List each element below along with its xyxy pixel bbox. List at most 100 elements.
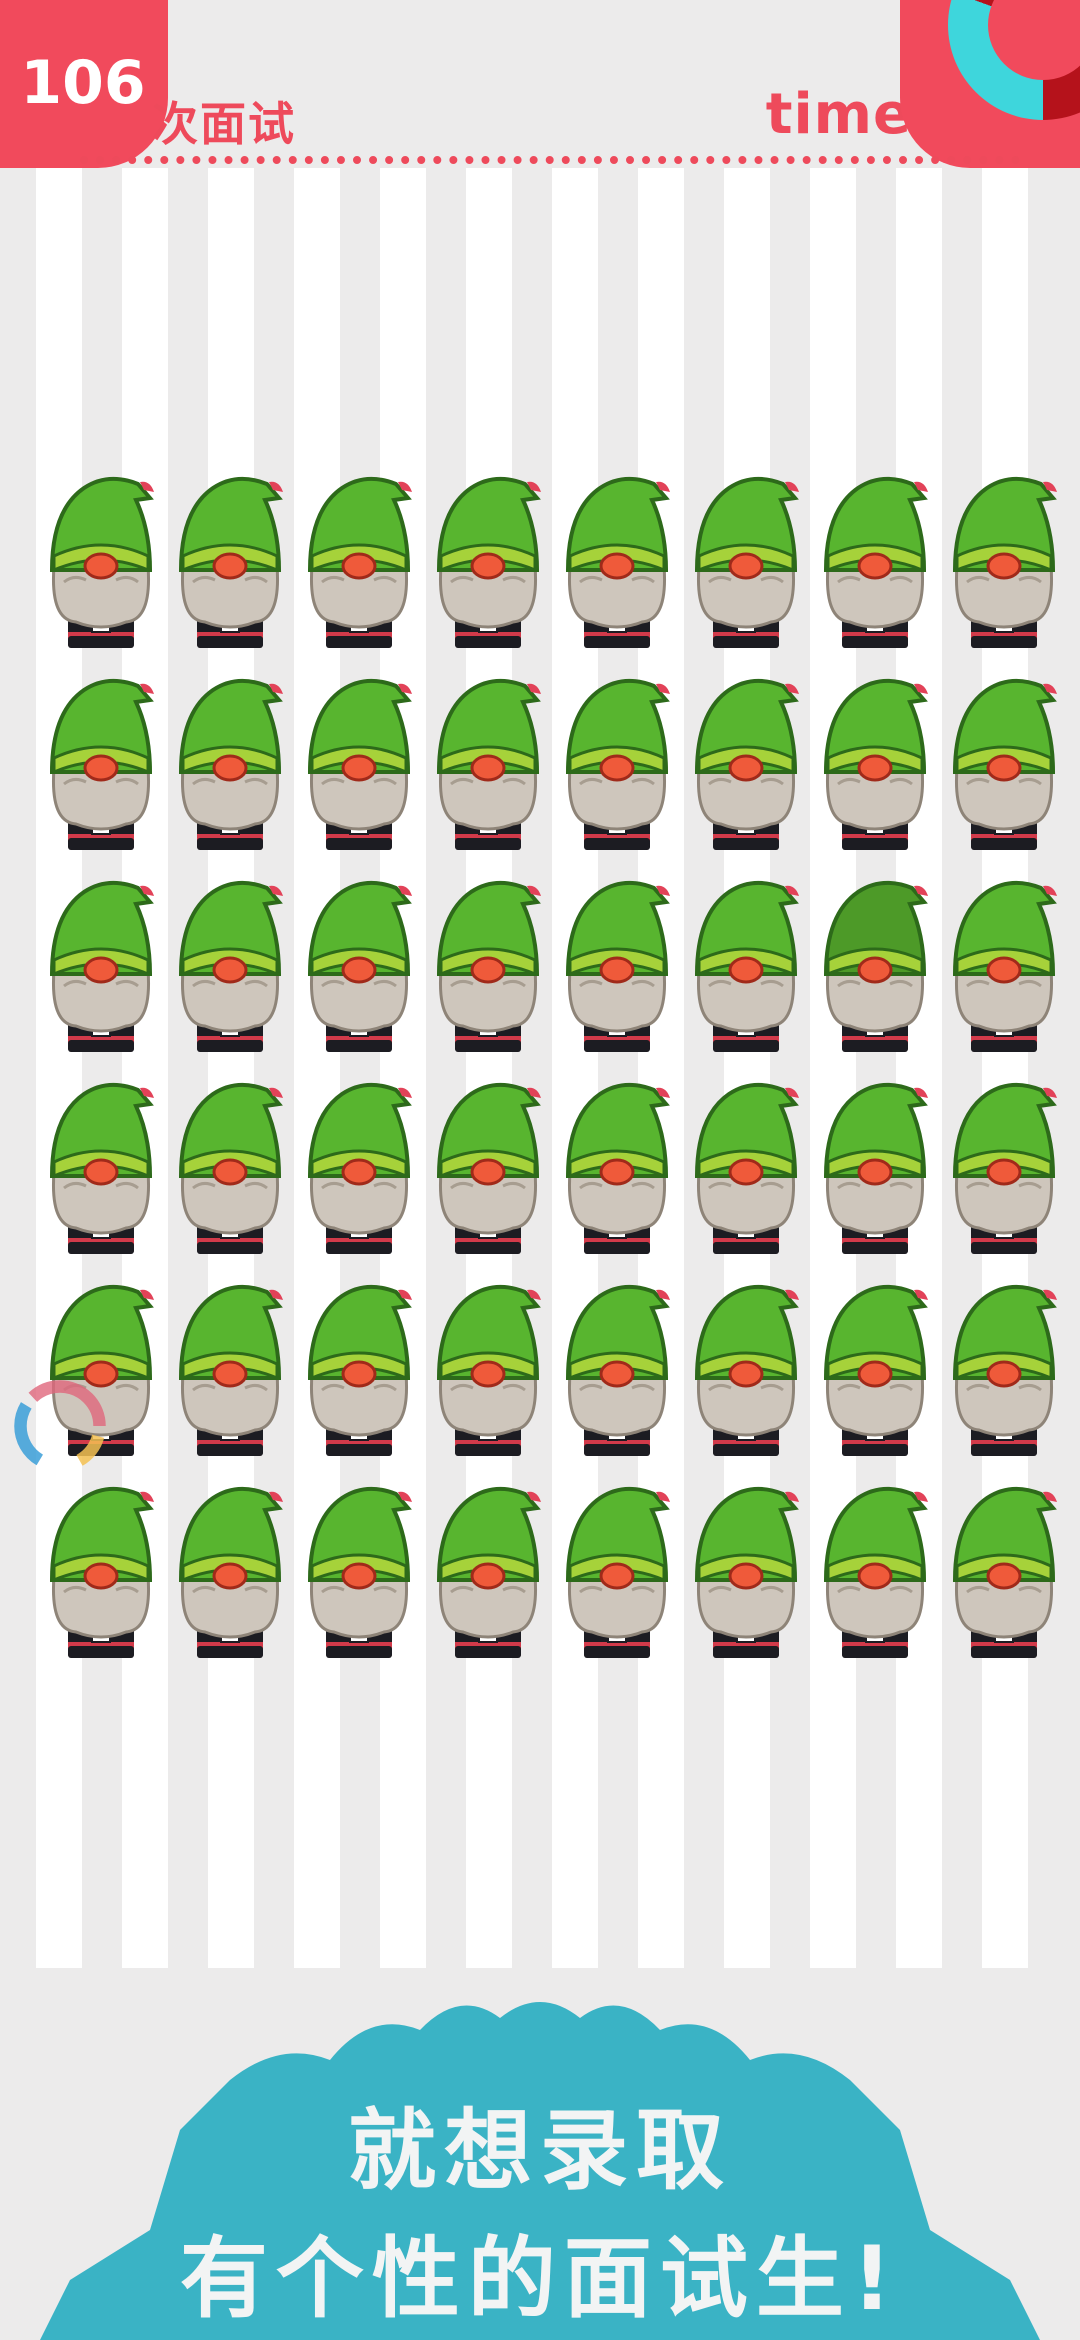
gnome-tile[interactable] [36,874,165,1076]
gnome-tile[interactable] [552,1278,681,1480]
timer-ring-icon [900,0,1080,168]
slogan-line-2: 有个性的面试生! [179,2227,901,2330]
gnome-tile[interactable] [810,470,939,672]
gnome-tile[interactable] [165,470,294,672]
gnome-tile[interactable] [36,1076,165,1278]
gnome-tile[interactable] [423,1278,552,1480]
gnome-tile[interactable] [681,1278,810,1480]
gnome-icon [823,476,928,648]
gnome-tile[interactable] [294,470,423,672]
gnome-tile[interactable] [165,1076,294,1278]
gnome-tile[interactable] [294,1480,423,1682]
gnome-icon [307,476,412,648]
gnome-icon [694,1284,799,1456]
gnome-tile[interactable] [36,672,165,874]
gnome-tile[interactable] [939,470,1068,672]
gnome-icon [178,1284,283,1456]
gnome-icon [952,880,1057,1052]
gnome-tile[interactable] [165,1278,294,1480]
level-badge: 106 [0,0,168,168]
gnome-icon [823,1082,928,1254]
gnome-grid [36,470,1057,1682]
gnome-tile[interactable] [681,1480,810,1682]
gnome-icon [49,476,154,648]
gnome-tile[interactable] [681,470,810,672]
gnome-tile[interactable] [165,1480,294,1682]
level-suffix-label: 次面试 [152,97,296,151]
game-header: 106 次面试 time [0,0,1080,170]
gnome-tile[interactable] [552,874,681,1076]
gnome-icon [823,880,928,1052]
gnome-icon [436,476,541,648]
slogan-banner: 就想录取 有个性的面试生! [0,1980,1080,2340]
gnome-icon [49,1082,154,1254]
gnome-tile[interactable] [810,1480,939,1682]
gnome-icon [823,678,928,850]
gnome-icon [178,476,283,648]
gnome-tile[interactable] [294,874,423,1076]
gnome-icon [952,476,1057,648]
header-divider [80,156,1020,164]
gnome-icon [49,678,154,850]
gnome-tile[interactable] [681,874,810,1076]
gnome-tile[interactable] [939,874,1068,1076]
gnome-tile[interactable] [681,672,810,874]
time-label: time [765,82,912,147]
gnome-icon [694,678,799,850]
gnome-icon [952,678,1057,850]
gnome-icon [694,1082,799,1254]
gnome-tile[interactable] [423,1480,552,1682]
gnome-icon [823,1486,928,1658]
gnome-icon [565,1082,670,1254]
gnome-tile[interactable] [294,672,423,874]
gnome-icon [307,678,412,850]
gnome-icon [178,1082,283,1254]
gnome-icon [49,880,154,1052]
gnome-icon [952,1284,1057,1456]
gnome-tile[interactable] [552,470,681,672]
gnome-tile[interactable] [294,1278,423,1480]
gnome-icon [565,880,670,1052]
gnome-icon [307,1486,412,1658]
gnome-tile[interactable] [423,672,552,874]
gnome-tile[interactable] [939,1480,1068,1682]
gnome-tile[interactable] [810,1278,939,1480]
gnome-icon [436,1284,541,1456]
gnome-icon [178,1486,283,1658]
level-number: 106 [20,48,146,118]
gnome-tile[interactable] [552,1480,681,1682]
gnome-tile[interactable] [165,672,294,874]
gnome-icon [565,1486,670,1658]
gnome-icon [178,678,283,850]
gnome-tile[interactable] [165,874,294,1076]
loading-spinner-icon [14,1380,106,1472]
gnome-tile[interactable] [681,1076,810,1278]
gnome-tile[interactable] [939,1076,1068,1278]
gnome-tile[interactable] [939,672,1068,874]
gnome-icon [952,1082,1057,1254]
gnome-tile[interactable] [552,672,681,874]
gnome-icon [436,678,541,850]
gnome-tile[interactable] [294,1076,423,1278]
gnome-icon [436,1082,541,1254]
gnome-tile[interactable] [36,470,165,672]
gnome-icon [307,1284,412,1456]
gnome-icon [565,476,670,648]
gnome-tile[interactable] [939,1278,1068,1480]
gnome-tile[interactable] [36,1480,165,1682]
gnome-icon [565,1284,670,1456]
gnome-tile[interactable] [552,1076,681,1278]
gnome-icon [178,880,283,1052]
gnome-tile[interactable] [423,1076,552,1278]
slogan-line-1: 就想录取 [347,2099,732,2202]
gnome-tile[interactable] [423,874,552,1076]
gnome-tile[interactable] [810,672,939,874]
gnome-tile[interactable] [810,874,939,1076]
gnome-icon [823,1284,928,1456]
gnome-icon [694,476,799,648]
gnome-icon [565,678,670,850]
gnome-tile[interactable] [423,470,552,672]
gnome-icon [307,880,412,1052]
gnome-tile[interactable] [810,1076,939,1278]
gnome-icon [694,880,799,1052]
